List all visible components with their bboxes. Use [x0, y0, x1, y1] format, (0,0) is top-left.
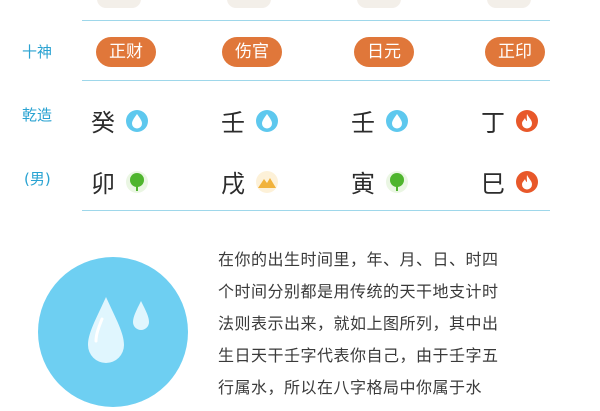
header-pill — [357, 0, 401, 8]
row-label-qianzao: 乾造 — [22, 106, 53, 124]
divider — [82, 210, 550, 211]
pill-shangguan: 伤官 — [222, 37, 282, 67]
description-line: 生日天干壬字代表你自己，由于壬字五 — [218, 346, 499, 365]
stem-cell: 丁 — [478, 103, 538, 138]
branch-cell: 巳 — [478, 164, 538, 199]
stem-char: 壬 — [221, 109, 245, 137]
stem-char: 丁 — [481, 109, 505, 137]
stem-char: 壬 — [351, 109, 375, 137]
description-line: 个时间分别都是用传统的天干地支计时 — [218, 282, 499, 301]
water-drop-icon — [386, 109, 408, 132]
branch-char: 巳 — [481, 170, 505, 198]
pill-zhengyin: 正印 — [485, 37, 545, 67]
pill-riyuan: 日元 — [354, 37, 414, 67]
description-line: 在你的出生时间里，年、月、日、时四 — [218, 250, 499, 269]
divider — [82, 20, 550, 21]
header-row-partial — [0, 0, 600, 14]
description-line: 法则表示出来，就如上图所列，其中出 — [218, 314, 499, 333]
divider — [82, 80, 550, 81]
branch-cell: 戌 — [218, 164, 278, 199]
water-drops-illustration — [38, 257, 188, 407]
water-drop-icon — [126, 109, 148, 132]
row-label-shishen: 十神 — [22, 43, 53, 61]
flame-icon — [516, 170, 538, 193]
stem-cell: 癸 — [88, 103, 148, 138]
row-label-gender: (男) — [24, 170, 51, 188]
branch-cell: 寅 — [348, 164, 408, 199]
tree-icon — [126, 170, 148, 193]
branch-char: 寅 — [351, 170, 375, 198]
branch-cell: 卯 — [88, 164, 148, 199]
stem-cell: 壬 — [218, 103, 278, 138]
description-line: 行属水，所以在八字格局中你属于水 — [218, 378, 483, 397]
header-pill — [97, 0, 141, 8]
branch-char: 戌 — [221, 170, 245, 198]
stem-cell: 壬 — [348, 103, 408, 138]
water-drop-icon — [256, 109, 278, 132]
tree-icon — [386, 170, 408, 193]
description-text: 在你的出生时间里，年、月、日、时四 个时间分别都是用传统的天干地支计时 法则表示… — [218, 244, 578, 404]
flame-icon — [516, 109, 538, 132]
header-pill — [487, 0, 531, 8]
pill-zhengcai: 正财 — [96, 37, 156, 67]
header-pill — [227, 0, 271, 8]
branch-char: 卯 — [91, 170, 115, 198]
mountain-icon — [256, 170, 278, 193]
stem-char: 癸 — [91, 109, 115, 137]
